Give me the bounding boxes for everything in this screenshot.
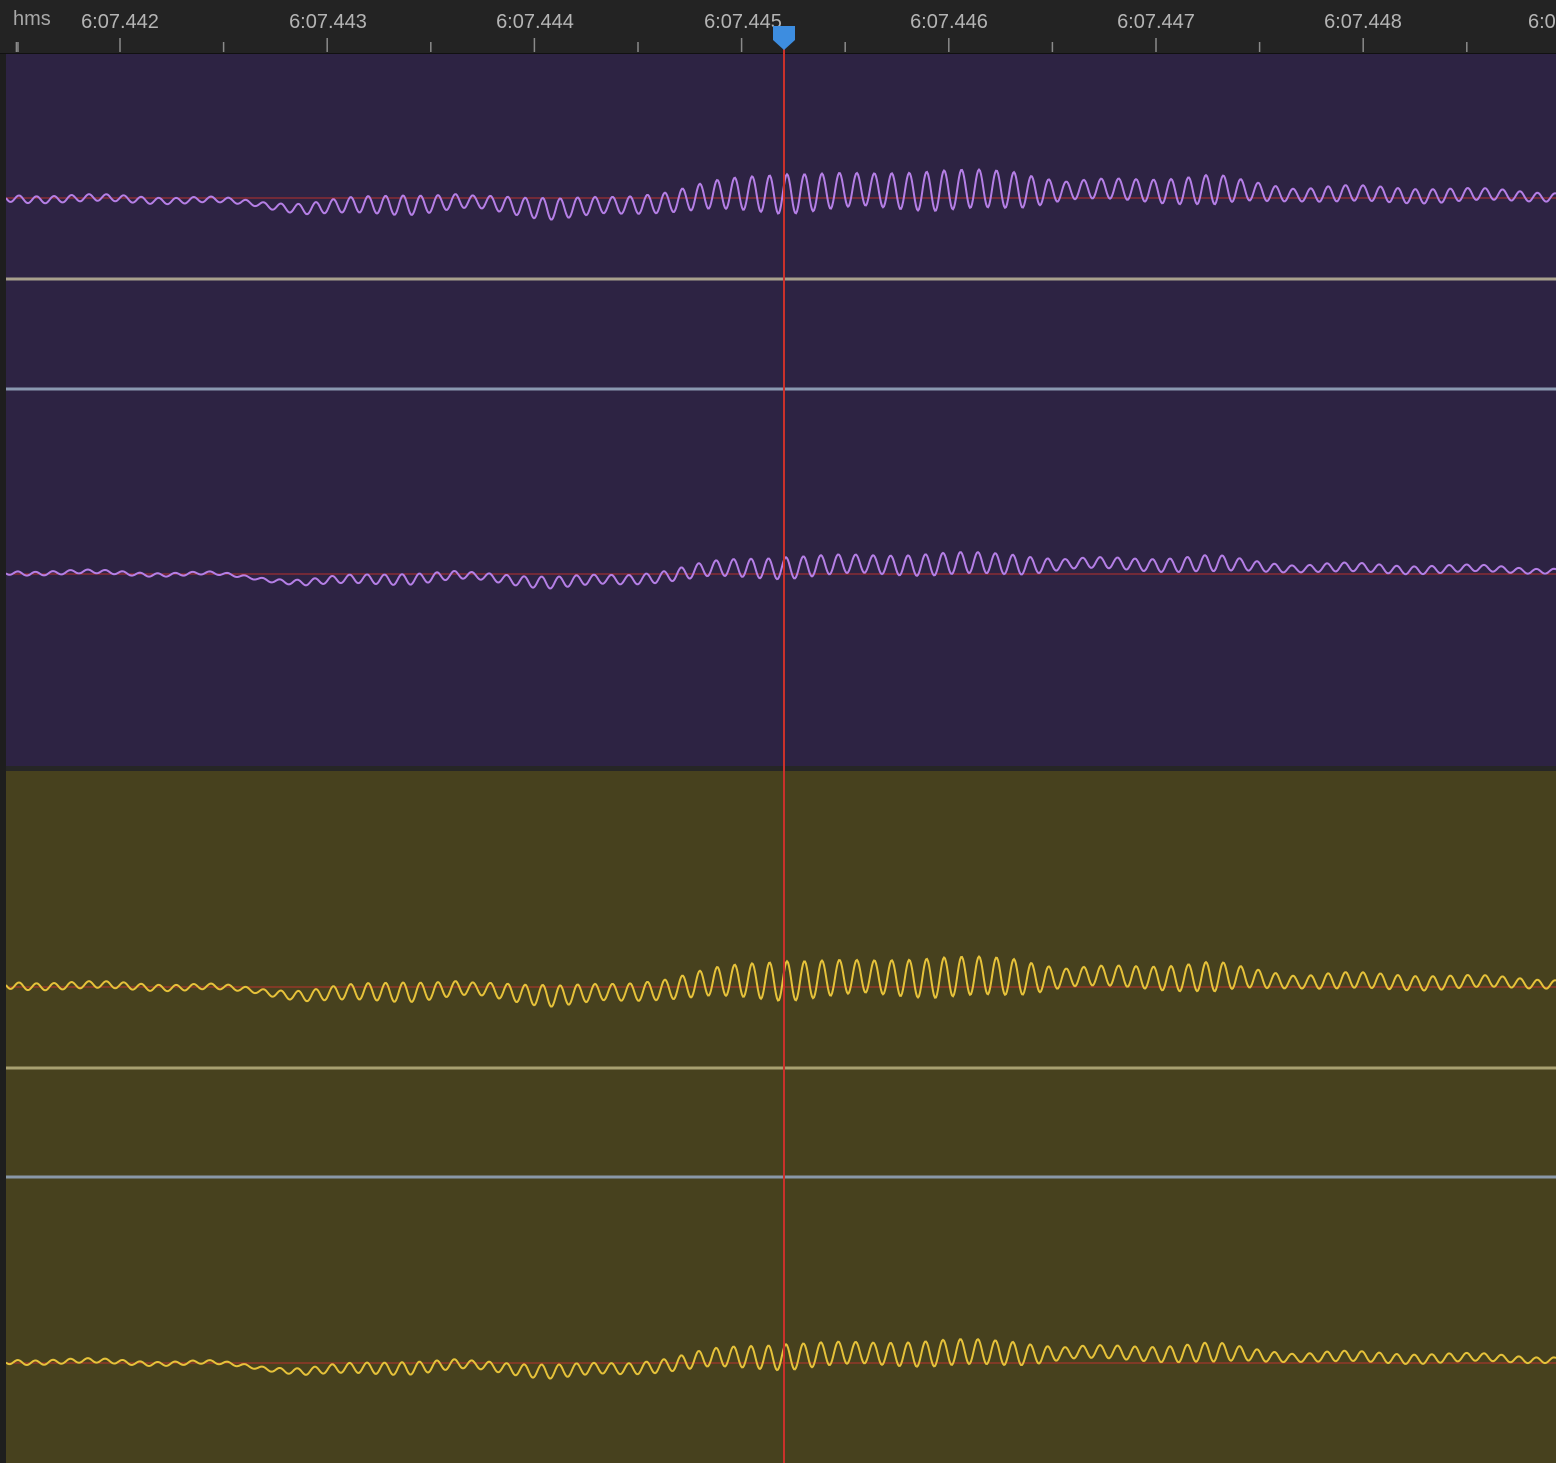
tick-label: 6:07.443 [289,11,367,33]
olive-clip-waveforms [6,955,1556,1380]
tick-label: 6:07.444 [496,11,574,33]
track-area[interactable] [6,54,1556,1463]
waveform-right [6,550,1556,590]
audio-clip-purple[interactable] [6,54,1556,766]
tick-label: 6:07.448 [1324,11,1402,33]
audio-clip-olive[interactable] [6,771,1556,1463]
tick-label: 6:07.446 [910,11,988,33]
playhead-marker-icon[interactable] [772,25,796,51]
tick-label: 6:07.442 [81,11,159,33]
tick-label: 6:0 [1528,11,1556,33]
waveform-right [6,1338,1556,1380]
playhead-line[interactable] [783,36,785,1463]
waveform-left [6,168,1556,221]
tick-label: 6:07.445 [704,11,782,33]
tick-label: 6:07.447 [1117,11,1195,33]
waveform-left [6,955,1556,1008]
purple-clip-waveforms [6,168,1556,590]
